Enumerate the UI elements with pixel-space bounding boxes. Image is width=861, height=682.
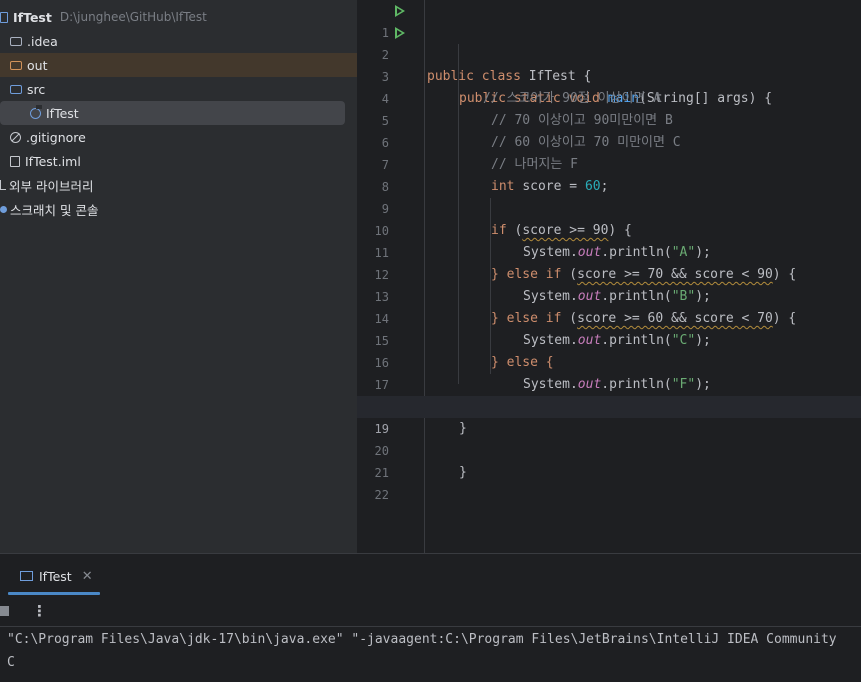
tree-item-idea[interactable]: .idea	[0, 29, 58, 53]
code-line[interactable]: 7 int score = 60;	[357, 132, 861, 194]
tree-item-external-libraries[interactable]: 외부 라이브러리	[0, 173, 93, 197]
console-output-line: C	[7, 655, 15, 670]
folder-icon	[10, 60, 22, 70]
tree-item-label: IfTest	[46, 105, 79, 121]
project-path: D:\junghee\GitHub\IfTest	[59, 10, 207, 24]
tree-item-label: .idea	[27, 33, 58, 49]
project-name: IfTest	[13, 9, 52, 25]
stop-icon[interactable]	[0, 606, 9, 616]
code-line[interactable]: 4 // 70 이상이고 90미만이면 B	[357, 66, 861, 128]
tree-item-label: .gitignore	[26, 129, 86, 145]
code-line[interactable]: 16 System.out.println("F");	[357, 330, 861, 392]
code-line[interactable]: 13 } else if (score >= 60 && score < 70)…	[357, 264, 861, 326]
tree-item-label: src	[27, 81, 46, 97]
run-tool-window: IfTest ✕ ⋮ "C:\Program Files\Java\jdk-17…	[0, 553, 861, 682]
run-tab-iftest[interactable]: IfTest ✕	[10, 562, 100, 590]
folder-icon	[10, 36, 22, 46]
code-line[interactable]: 12 System.out.println("B");	[357, 242, 861, 304]
run-config-icon	[20, 571, 33, 581]
code-line[interactable]: 17 }	[357, 352, 861, 414]
code-line[interactable]: 6 // 나머지는 F	[357, 110, 861, 172]
code-line[interactable]: 5 // 60 이상이고 70 미만이면 C	[357, 88, 861, 150]
module-icon	[0, 11, 8, 23]
tree-item-iftest-class[interactable]: IfTest	[0, 101, 345, 125]
close-icon[interactable]: ✕	[82, 569, 93, 584]
iml-file-icon	[10, 155, 20, 167]
code-line[interactable]: 20 }	[357, 418, 861, 480]
code-line[interactable]: 2 public static void main(String[] args)…	[357, 22, 861, 106]
run-tab-label: IfTest	[39, 568, 72, 584]
line-number: 22	[374, 488, 389, 502]
tree-item-label: out	[27, 57, 48, 73]
java-class-icon	[30, 104, 42, 119]
more-options-icon[interactable]: ⋮	[32, 602, 47, 620]
code-line[interactable]: 8	[357, 154, 861, 194]
tree-item-label: 외부 라이브러리	[9, 178, 94, 194]
tree-item-iml[interactable]: IfTest.iml	[0, 149, 81, 173]
run-toolbar: ⋮	[0, 596, 861, 627]
code-line[interactable]: 11 } else if (score >= 70 && score < 90)…	[357, 220, 861, 282]
run-main-icon[interactable]	[395, 27, 405, 39]
active-tab-indicator	[8, 592, 100, 595]
code-editor[interactable]: 1 public class IfTest { 2 public static …	[357, 0, 861, 553]
ignore-file-icon	[10, 131, 21, 143]
source-folder-icon	[10, 84, 22, 94]
code-line[interactable]: 9 if (score >= 90) {	[357, 176, 861, 238]
tree-item-scratches[interactable]: 스크래치 및 콘솔	[0, 197, 98, 221]
code-line[interactable]: 21	[357, 440, 861, 480]
code-line[interactable]: 1 public class IfTest {	[357, 0, 861, 84]
tree-project-root[interactable]: IfTest D:\junghee\GitHub\IfTest	[0, 5, 207, 29]
code-line[interactable]: 18 }	[357, 374, 861, 436]
tree-item-out[interactable]: out	[0, 53, 357, 77]
library-icon	[0, 180, 6, 190]
tree-item-src[interactable]: src	[0, 77, 45, 101]
code-line[interactable]: 14 System.out.println("C");	[357, 286, 861, 348]
code-line[interactable]: 22	[357, 462, 861, 502]
code-line[interactable]: 10 System.out.println("A");	[357, 198, 861, 260]
code-line[interactable]: 3 // 스코어가 90점 이상이면 A	[357, 44, 861, 106]
project-panel: IfTest D:\junghee\GitHub\IfTest .idea ou…	[0, 0, 357, 553]
console-output-line: "C:\Program Files\Java\jdk-17\bin\java.e…	[7, 632, 837, 647]
tree-item-label: IfTest.iml	[25, 153, 81, 169]
run-class-icon[interactable]	[395, 5, 405, 17]
tree-item-label: 스크래치 및 콘솔	[10, 202, 99, 218]
code-line[interactable]: 15 } else {	[357, 308, 861, 370]
code-line-current[interactable]: 19	[357, 396, 861, 436]
scratches-icon	[0, 205, 7, 213]
tree-item-gitignore[interactable]: .gitignore	[0, 125, 86, 149]
